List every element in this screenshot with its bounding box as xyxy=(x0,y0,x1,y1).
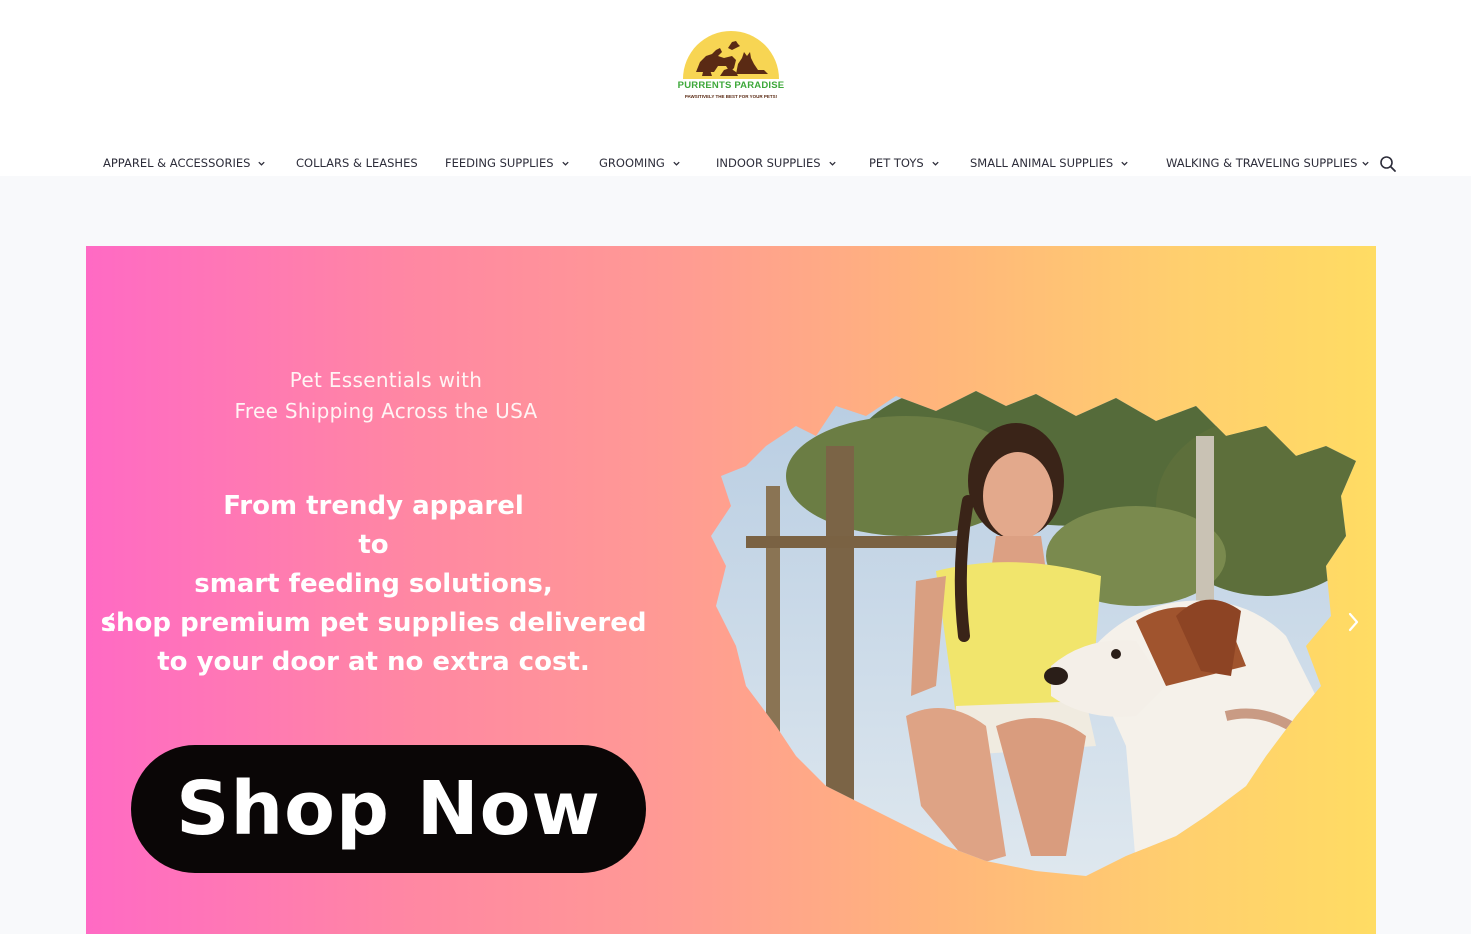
brand-logo[interactable]: PURRENTS PARADISE PAWSITIVELY THE BEST F… xyxy=(666,28,796,104)
nav-item-label: INDOOR SUPPLIES xyxy=(716,156,821,170)
brand-tagline: PAWSITIVELY THE BEST FOR YOUR PETS! xyxy=(684,94,778,99)
chevron-down-icon xyxy=(1121,161,1128,166)
hero-headline-line4: shop premium pet supplies delivered xyxy=(100,608,647,638)
nav-item-apparel-accessories[interactable]: APPAREL & ACCESSORIES xyxy=(103,148,266,178)
logo-emblem xyxy=(683,31,779,79)
hero-subhead-line2: Free Shipping Across the USA xyxy=(234,399,538,423)
nav-item-indoor-supplies[interactable]: INDOOR SUPPLIES xyxy=(716,148,837,178)
hero-headline-line3: smart feeding solutions, xyxy=(194,569,553,599)
chevron-down-icon xyxy=(673,161,680,166)
shop-now-button[interactable]: Shop Now xyxy=(131,745,646,873)
hero-photo-woman-with-dog xyxy=(711,391,1356,876)
nav-item-label: FEEDING SUPPLIES xyxy=(445,156,554,170)
nav-item-feeding-supplies[interactable]: FEEDING SUPPLIES xyxy=(445,148,570,178)
nav-item-pet-toys[interactable]: PET TOYS xyxy=(869,148,940,178)
hero-slider: Pet Essentials with Free Shipping Across… xyxy=(86,246,1376,934)
hero-subhead-line1: Pet Essentials with xyxy=(289,368,483,392)
chevron-down-icon xyxy=(828,161,836,166)
hero-headline-line5: to your door at no extra cost. xyxy=(157,647,590,677)
shop-now-label: Shop Now xyxy=(176,766,601,852)
hero-headline-line2: to xyxy=(358,530,389,560)
hero-headline-line1: From trendy apparel xyxy=(223,491,524,521)
nav-item-grooming[interactable]: GROOMING xyxy=(599,148,681,178)
nav-item-label: COLLARS & LEASHES xyxy=(296,156,418,170)
chevron-down-icon xyxy=(1362,161,1370,166)
nav-item-walking-traveling-supplies[interactable]: WALKING & TRAVELING SUPPLIES xyxy=(1166,148,1370,178)
site-header: PURRENTS PARADISE PAWSITIVELY THE BEST F… xyxy=(0,0,1471,176)
nav-item-label: PET TOYS xyxy=(869,156,924,170)
nav-item-label: GROOMING xyxy=(599,156,665,170)
nav-item-small-animal-supplies[interactable]: SMALL ANIMAL SUPPLIES xyxy=(970,148,1129,178)
chevron-down-icon xyxy=(932,161,939,166)
chevron-left-icon[interactable] xyxy=(100,607,120,637)
nav-item-collars-leashes[interactable]: COLLARS & LEASHES xyxy=(296,148,418,178)
brand-name: PURRENTS PARADISE xyxy=(677,80,785,91)
main-nav: APPAREL & ACCESSORIES COLLARS & LEASHES … xyxy=(0,148,1471,178)
nav-item-label: WALKING & TRAVELING SUPPLIES xyxy=(1166,156,1358,170)
search-icon[interactable] xyxy=(1379,155,1397,173)
chevron-down-icon xyxy=(561,161,569,166)
chevron-down-icon xyxy=(258,161,266,166)
nav-item-label: APPAREL & ACCESSORIES xyxy=(103,156,251,170)
nav-item-label: SMALL ANIMAL SUPPLIES xyxy=(970,156,1114,170)
